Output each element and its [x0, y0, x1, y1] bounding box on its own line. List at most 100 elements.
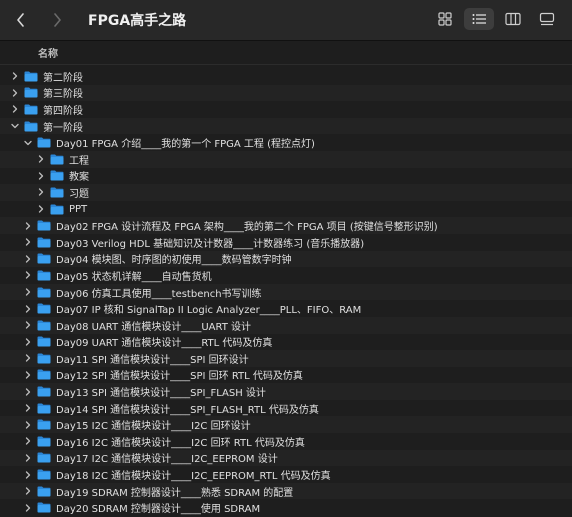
- chevron-right-icon[interactable]: [10, 71, 20, 81]
- window-title: FPGA高手之路: [88, 13, 187, 29]
- list-item[interactable]: PPT: [0, 201, 572, 218]
- chevron-right-icon[interactable]: [36, 187, 46, 197]
- list-item-label: 第二阶段: [43, 72, 83, 84]
- chevron-right-icon[interactable]: [23, 420, 33, 430]
- icon-view-button[interactable]: [430, 8, 460, 30]
- list-item-label: Day11 SPI 通信模块设计____SPI 回环设计: [56, 354, 249, 366]
- toolbar: FPGA高手之路: [0, 0, 572, 41]
- list-item[interactable]: 第二阶段: [0, 68, 572, 85]
- list-item-label: 工程: [69, 155, 89, 167]
- back-button[interactable]: [10, 8, 32, 32]
- list-item-label: Day17 I2C 通信模块设计____I2C_EEPROM 设计: [56, 454, 278, 466]
- list-item-label: Day01 FPGA 介绍____我的第一个 FPGA 工程 (程控点灯): [56, 139, 315, 151]
- chevron-right-icon[interactable]: [23, 221, 33, 231]
- list-item-label: Day08 UART 通信模块设计____UART 设计: [56, 321, 251, 333]
- list-item[interactable]: Day12 SPI 通信模块设计____SPI 回环 RTL 代码及仿真: [0, 367, 572, 384]
- list-item[interactable]: Day20 SDRAM 控制器设计____使用 SDRAM: [0, 499, 572, 516]
- chevron-right-icon[interactable]: [23, 453, 33, 463]
- chevron-left-icon: [17, 13, 24, 27]
- list-item[interactable]: Day08 UART 通信模块设计____UART 设计: [0, 316, 572, 334]
- list-item-label: Day02 FPGA 设计流程及 FPGA 架构____我的第二个 FPGA 项…: [56, 222, 438, 234]
- list-item[interactable]: Day14 SPI 通信模块设计____SPI_FLASH_RTL 代码及仿真: [0, 400, 572, 417]
- list-item-label: Day13 SPI 通信模块设计____SPI_FLASH 设计: [56, 388, 266, 400]
- list-item[interactable]: Day01 FPGA 介绍____我的第一个 FPGA 工程 (程控点灯): [0, 134, 572, 151]
- gallery-view-button[interactable]: [532, 8, 562, 30]
- chevron-right-icon: [54, 13, 61, 27]
- list-item[interactable]: 第一阶段: [0, 117, 572, 135]
- list-item-label: Day12 SPI 通信模块设计____SPI 回环 RTL 代码及仿真: [56, 371, 303, 383]
- list-item-label: Day20 SDRAM 控制器设计____使用 SDRAM: [56, 504, 261, 516]
- gallery-icon: [539, 12, 555, 26]
- chevron-right-icon[interactable]: [36, 204, 46, 214]
- chevron-right-icon[interactable]: [10, 88, 20, 98]
- list-item[interactable]: Day03 Verilog HDL 基础知识及计数器____计数器练习 (音乐播…: [0, 234, 572, 251]
- list-item[interactable]: Day17 I2C 通信模块设计____I2C_EEPROM 设计: [0, 449, 572, 467]
- list-item-label: 第三阶段: [43, 89, 83, 101]
- chevron-right-icon[interactable]: [23, 353, 33, 363]
- chevron-right-icon[interactable]: [36, 171, 46, 181]
- list-item-label: Day05 状态机详解____自动售货机: [56, 271, 212, 283]
- list-item[interactable]: Day13 SPI 通信模块设计____SPI_FLASH 设计: [0, 383, 572, 400]
- list-item-label: Day19 SDRAM 控制器设计____熟悉 SDRAM 的配置: [56, 487, 294, 499]
- list-item-label: Day18 I2C 通信模块设计____I2C_EEPROM_RTL 代码及仿真: [56, 471, 331, 483]
- list-item[interactable]: 第三阶段: [0, 84, 572, 102]
- chevron-right-icon[interactable]: [23, 270, 33, 280]
- list-item[interactable]: Day05 状态机详解____自动售货机: [0, 267, 572, 284]
- list-icon: [472, 14, 486, 24]
- columns-icon: [505, 12, 521, 26]
- list-item[interactable]: Day11 SPI 通信模块设计____SPI 回环设计: [0, 350, 572, 367]
- list-item[interactable]: Day19 SDRAM 控制器设计____熟悉 SDRAM 的配置: [0, 482, 572, 500]
- file-list: 第二阶段第三阶段第四阶段第一阶段 Day01 FPGA 介绍____我的第一个 F…: [0, 68, 572, 516]
- chevron-right-icon[interactable]: [10, 104, 20, 114]
- list-item-label: Day15 I2C 通信模块设计____I2C 回环设计: [56, 421, 251, 433]
- chevron-right-icon[interactable]: [23, 370, 33, 380]
- forward-button[interactable]: [46, 8, 68, 32]
- column-view-button[interactable]: [498, 8, 528, 30]
- chevron-right-icon[interactable]: [23, 387, 33, 397]
- list-item[interactable]: Day18 I2C 通信模块设计____I2C_EEPROM_RTL 代码及仿真: [0, 466, 572, 483]
- list-item[interactable]: Day04 模块图、时序图的初使用____数码管数字时钟: [0, 250, 572, 268]
- list-item-label: Day14 SPI 通信模块设计____SPI_FLASH_RTL 代码及仿真: [56, 404, 319, 416]
- list-item[interactable]: 第四阶段: [0, 101, 572, 118]
- view-switcher: [430, 8, 562, 30]
- list-item[interactable]: Day07 IP 核和 SignalTap II Logic Analyzer_…: [0, 300, 572, 317]
- list-item-label: Day04 模块图、时序图的初使用____数码管数字时钟: [56, 255, 292, 267]
- list-item[interactable]: Day06 仿真工具使用____testbench书写训练: [0, 283, 572, 301]
- chevron-right-icon[interactable]: [23, 287, 33, 297]
- list-item-label: Day06 仿真工具使用____testbench书写训练: [56, 288, 262, 300]
- grid-icon: [438, 12, 452, 26]
- chevron-right-icon[interactable]: [23, 254, 33, 264]
- chevron-right-icon[interactable]: [23, 320, 33, 330]
- chevron-right-icon[interactable]: [36, 154, 46, 164]
- chevron-right-icon[interactable]: [23, 470, 33, 480]
- chevron-down-icon[interactable]: [23, 138, 33, 148]
- list-view-button[interactable]: [464, 8, 494, 30]
- list-item[interactable]: 工程: [0, 150, 572, 168]
- column-header-label: 名称: [38, 49, 58, 60]
- list-item-label: Day16 I2C 通信模块设计____I2C 回环 RTL 代码及仿真: [56, 437, 305, 449]
- chevron-right-icon[interactable]: [23, 503, 33, 513]
- chevron-right-icon[interactable]: [23, 337, 33, 347]
- list-item-label: 习题: [69, 188, 89, 200]
- list-item[interactable]: 教案: [0, 168, 572, 185]
- column-header-name[interactable]: 名称: [0, 41, 572, 65]
- chevron-right-icon[interactable]: [23, 304, 33, 314]
- list-item[interactable]: Day16 I2C 通信模块设计____I2C 回环 RTL 代码及仿真: [0, 433, 572, 450]
- chevron-right-icon[interactable]: [23, 403, 33, 413]
- chevron-right-icon[interactable]: [23, 436, 33, 446]
- list-item-label: 第四阶段: [43, 105, 83, 117]
- list-item-label: PPT: [69, 203, 88, 215]
- list-item[interactable]: Day15 I2C 通信模块设计____I2C 回环设计: [0, 416, 572, 434]
- folder-icon: [33, 498, 56, 517]
- list-item[interactable]: Day02 FPGA 设计流程及 FPGA 架构____我的第二个 FPGA 项…: [0, 217, 572, 234]
- list-item-label: Day09 UART 通信模块设计____RTL 代码及仿真: [56, 338, 273, 350]
- list-item-label: Day03 Verilog HDL 基础知识及计数器____计数器练习 (音乐播…: [56, 238, 365, 250]
- list-item[interactable]: Day09 UART 通信模块设计____RTL 代码及仿真: [0, 334, 572, 351]
- chevron-right-icon[interactable]: [23, 486, 33, 496]
- chevron-down-icon[interactable]: [10, 121, 20, 131]
- list-item[interactable]: 习题: [0, 184, 572, 201]
- chevron-right-icon[interactable]: [23, 237, 33, 247]
- finder-window: FPGA高手之路 名称 第二阶段 第三阶段 第四阶段 第一阶段 Day01 FP…: [0, 0, 572, 517]
- list-item-label: 第一阶段: [43, 122, 83, 134]
- list-item-label: 教案: [69, 172, 89, 184]
